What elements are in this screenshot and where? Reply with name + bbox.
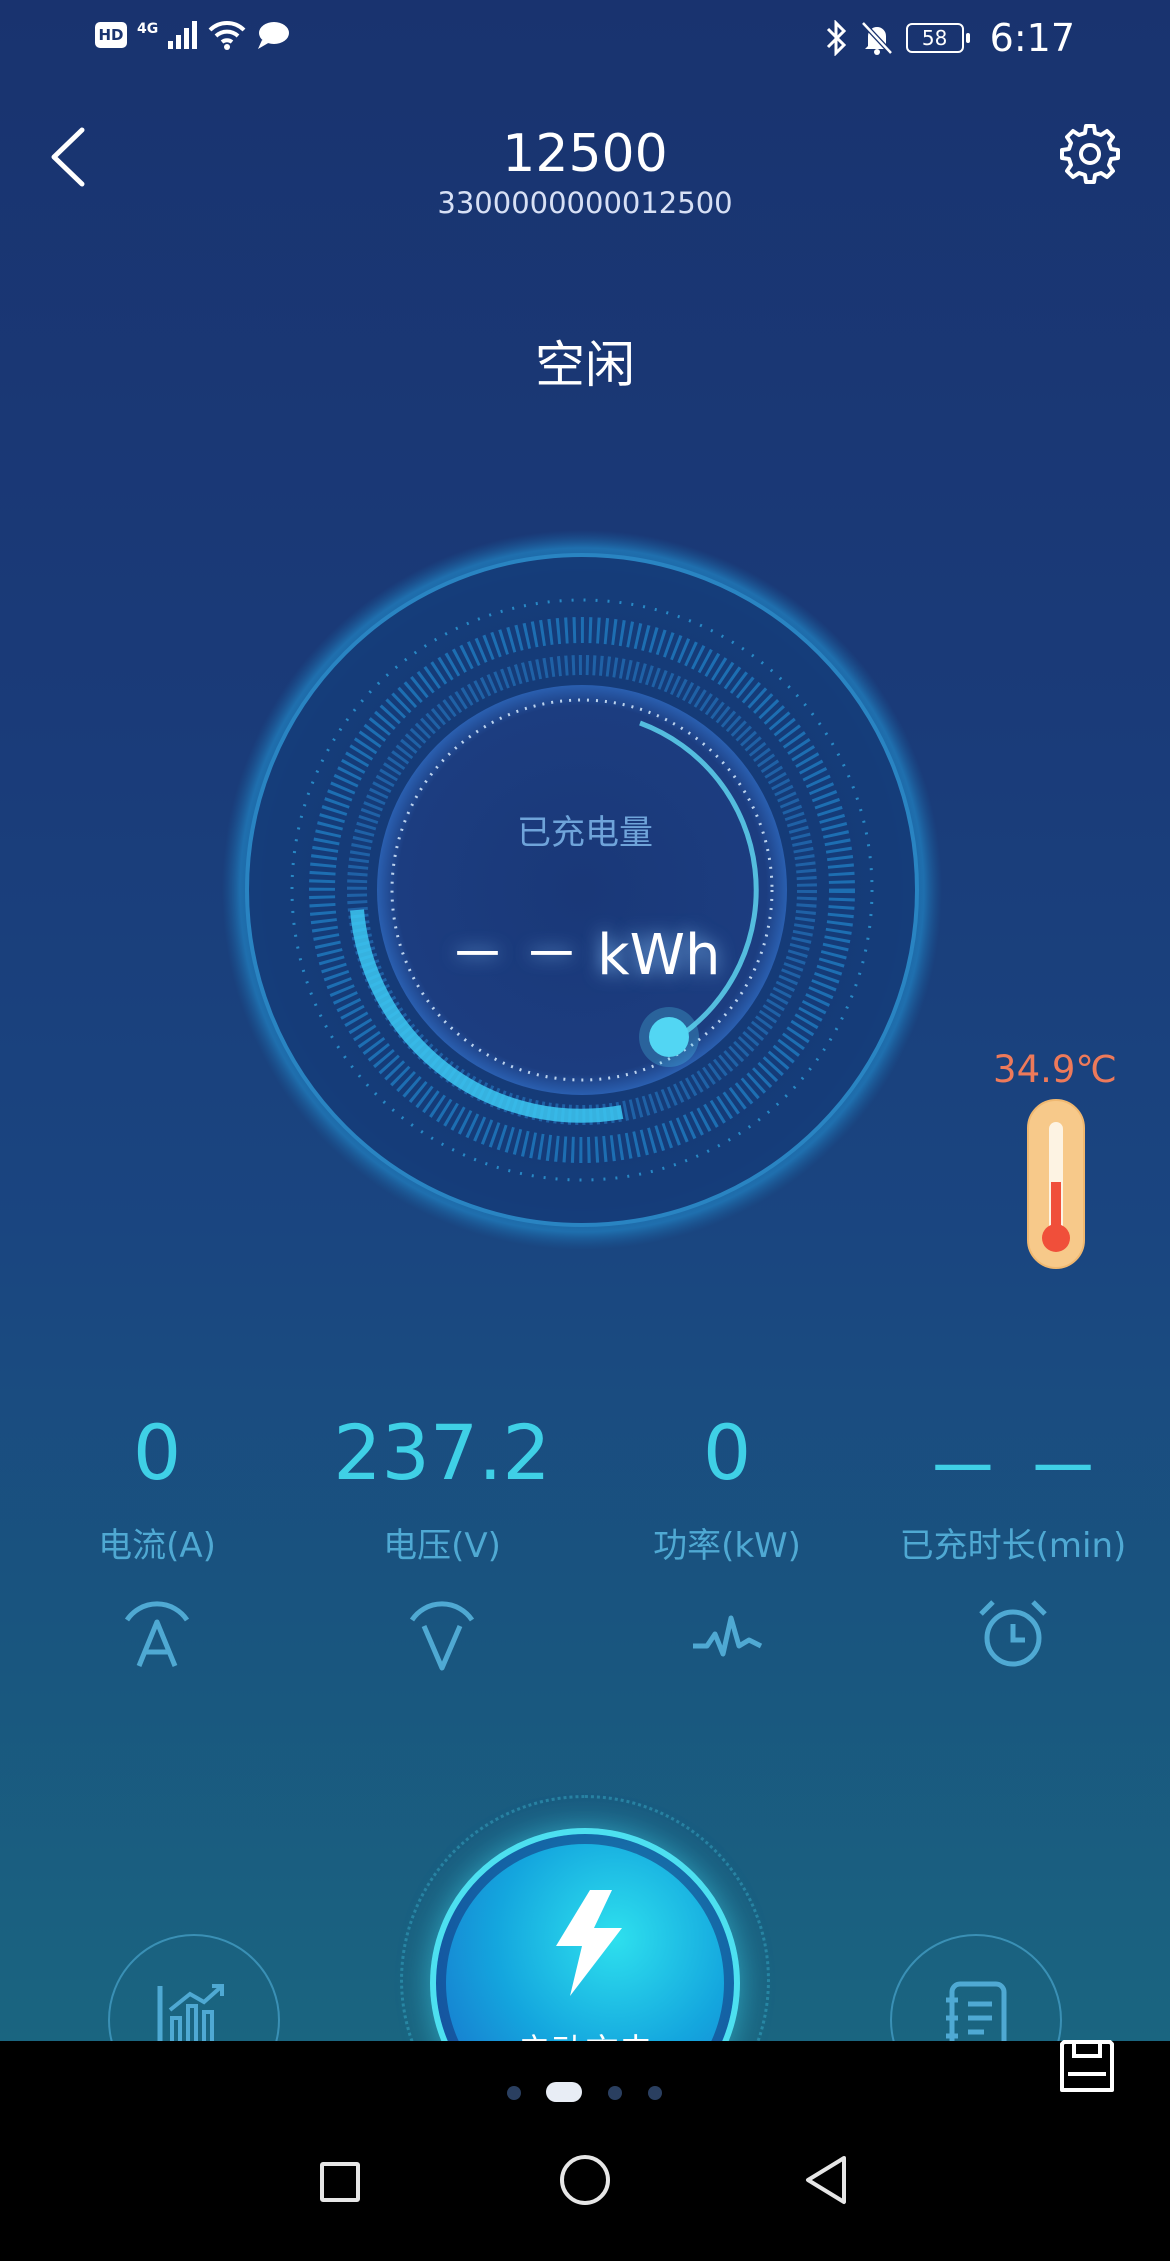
home-button[interactable] — [560, 2155, 610, 2205]
power-label: 功率(kW) — [653, 1526, 801, 1566]
bluetooth-icon — [826, 20, 846, 56]
mute-bell-icon — [860, 21, 893, 55]
nav-back-button[interactable] — [800, 2152, 852, 2208]
lightning-bolt-icon — [556, 1890, 622, 1996]
page-indicator — [0, 2082, 1170, 2102]
status-right: 58 6:17 — [824, 16, 1075, 60]
duration-value: － － — [924, 1425, 1102, 1514]
power-icon — [693, 1615, 763, 1657]
statistics-button[interactable] — [108, 1934, 280, 2041]
current-value: 0 — [132, 1408, 182, 1497]
charged-energy-value: － － kWh — [449, 923, 721, 988]
voltage-label: 电压(V) — [383, 1526, 501, 1566]
voltage-value: 237.2 — [333, 1408, 551, 1497]
settings-gear-icon[interactable] — [1058, 122, 1122, 186]
status-bar: HD 4G 58 6:17 — [0, 0, 1170, 80]
hd-badge: HD — [95, 22, 127, 48]
page-dot-active — [546, 2082, 582, 2102]
app-screen: HD 4G 58 6:17 12500 3300000000012500 空闲 … — [0, 0, 1170, 2041]
charger-state: 空闲 — [535, 336, 635, 394]
page-dot — [507, 2086, 521, 2100]
energy-gauge — [222, 530, 942, 1250]
device-serial: 3300000000012500 — [437, 186, 733, 220]
system-nav-bar — [0, 2041, 1170, 2261]
gauge-label: 已充电量 — [517, 813, 653, 853]
alarm-clock-icon — [979, 1600, 1047, 1667]
start-charging-label: 启动充电 — [436, 2024, 734, 2041]
power-value: 0 — [702, 1408, 752, 1497]
bar-chart-icon — [157, 1984, 224, 2041]
current-label: 电流(A) — [98, 1526, 216, 1566]
thermometer-icon — [1027, 1099, 1085, 1269]
message-icon — [258, 22, 290, 49]
notebook-icon — [946, 1981, 1007, 2041]
recent-apps-button[interactable] — [320, 2162, 360, 2202]
battery-indicator: 58 — [905, 23, 970, 53]
wifi-icon — [208, 20, 246, 50]
duration-label: 已充时长(min) — [899, 1526, 1127, 1566]
records-button[interactable] — [890, 1934, 1062, 2041]
voltage-icon — [409, 1601, 475, 1671]
page-dot — [648, 2086, 662, 2100]
network-type: 4G — [137, 21, 159, 37]
status-time: 6:17 — [989, 16, 1075, 60]
page-dot — [608, 2086, 622, 2100]
signal-icon — [168, 21, 198, 49]
status-left: HD 4G — [95, 20, 290, 50]
page-title: 12500 — [502, 124, 668, 184]
current-icon — [124, 1601, 190, 1667]
save-icon[interactable] — [1058, 2038, 1116, 2096]
temperature-value: 34.9℃ — [993, 1048, 1117, 1091]
